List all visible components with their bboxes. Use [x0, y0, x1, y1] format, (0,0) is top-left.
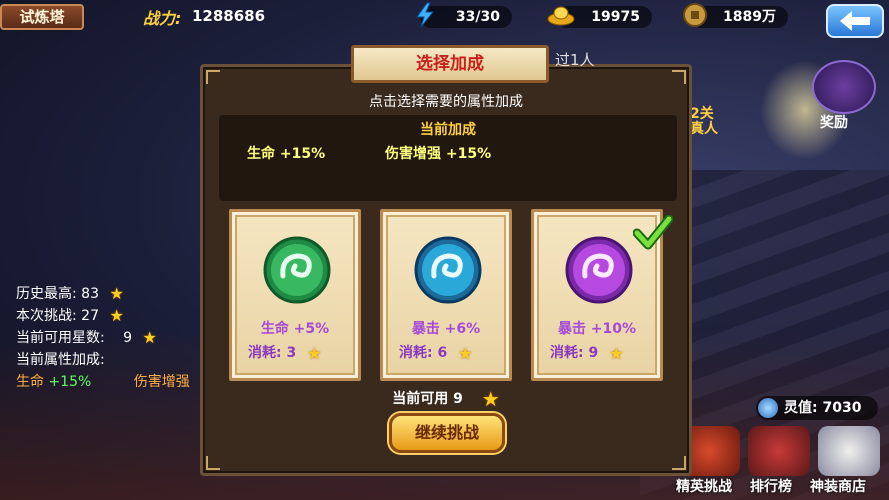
current-bonus-panel: 当前加成 生命 +15% 伤害增强 +15%	[219, 115, 677, 201]
card-bonus-label: 生命 +5%	[260, 321, 330, 337]
attr-life-label: 生命	[16, 374, 44, 390]
modal-subtitle: 点击选择需要的属性加成	[369, 94, 523, 110]
cost-value: 3	[286, 345, 297, 361]
continue-challenge-button[interactable]: 继续挑战	[389, 413, 505, 453]
gold-value: 19975	[591, 9, 640, 25]
bonus-card-life[interactable]: 生命 +5% 消耗: 3 ★	[229, 209, 361, 381]
level-text-line-2: 真人	[690, 121, 718, 137]
available-stars-value: 9	[123, 330, 133, 346]
cost-value: 9	[588, 345, 599, 361]
back-button[interactable]	[826, 4, 884, 38]
star-icon: ★	[609, 343, 624, 363]
jade-emblem-icon	[565, 236, 633, 304]
current-bonus-item: 生命 +15%	[247, 146, 326, 162]
power-label: 战力:	[143, 9, 182, 28]
attribute-bonus-values: 生命 +15% 伤害增强	[16, 372, 190, 394]
corner-ornament	[672, 70, 686, 84]
modal-title: 选择加成	[351, 45, 549, 83]
soul-label: 灵值:	[784, 400, 818, 416]
checkmark-icon	[633, 215, 673, 250]
star-icon: ★	[481, 387, 500, 411]
left-stats-panel: 历史最高: 83 ★ 本次挑战: 27 ★ 当前可用星数: 9 ★ 当前属性加成…	[16, 284, 190, 394]
corner-ornament	[672, 456, 686, 470]
bonus-card-crit-6[interactable]: 暴击 +6% 消耗: 6 ★	[380, 209, 512, 381]
card-cost: 消耗: 6 ★	[399, 342, 472, 363]
card-bonus-label: 暴击 +6%	[411, 321, 481, 337]
history-label: 历史最高:	[16, 286, 77, 302]
level-text: 2关 真人	[690, 107, 718, 137]
available-stars-label: 当前可用星数:	[16, 330, 105, 346]
history-high-row: 历史最高: 83 ★	[16, 284, 190, 306]
lightning-icon	[416, 2, 435, 28]
available-stars-row: 当前可用星数: 9 ★	[16, 328, 190, 350]
current-challenge-value: 27	[81, 308, 99, 324]
equipment-shop-icon[interactable]	[818, 426, 880, 476]
reward-character-icon[interactable]	[812, 60, 876, 114]
cost-label: 消耗:	[248, 345, 282, 361]
current-bonus-title: 当前加成	[420, 122, 476, 138]
gold-ingot-icon	[547, 6, 575, 26]
cost-value: 6	[437, 345, 448, 361]
corner-ornament	[206, 70, 220, 84]
current-challenge-label: 本次挑战:	[16, 308, 77, 324]
star-icon: ★	[458, 343, 473, 363]
jade-emblem-icon	[263, 236, 331, 304]
page-title: 试炼塔	[0, 4, 84, 30]
star-icon: ★	[142, 328, 157, 347]
history-value: 83	[81, 286, 99, 302]
reward-label[interactable]: 奖励	[820, 112, 848, 132]
attr-life-value: +15%	[48, 374, 92, 390]
power-value: 1288686	[192, 7, 266, 25]
behind-text: 过1人	[555, 51, 595, 69]
equipment-shop-label[interactable]: 神装商店	[810, 476, 866, 496]
attribute-bonus-label: 当前属性加成:	[16, 352, 105, 368]
coin-icon	[683, 3, 707, 27]
level-text-line-1: 2关	[690, 106, 714, 122]
energy-value: 33/30	[455, 9, 500, 25]
current-challenge-row: 本次挑战: 27 ★	[16, 306, 190, 328]
back-arrow-icon	[840, 11, 870, 31]
corner-ornament	[206, 456, 220, 470]
star-icon: ★	[307, 343, 322, 363]
attribute-bonus-row: 当前属性加成:	[16, 350, 190, 372]
soul-value: 7030	[822, 400, 862, 416]
cost-label: 消耗:	[550, 345, 584, 361]
select-bonus-modal: 选择加成 过1人 点击选择需要的属性加成 当前加成 生命 +15% 伤害增强 +…	[200, 45, 692, 476]
cost-label: 消耗:	[399, 345, 433, 361]
card-cost: 消耗: 9 ★	[550, 342, 623, 363]
leaderboard-icon[interactable]	[748, 426, 810, 476]
card-bonus-label: 暴击 +10%	[557, 321, 637, 337]
current-bonus-item: 伤害增强 +15%	[385, 146, 492, 162]
jade-emblem-icon	[414, 236, 482, 304]
available-label: 当前可用	[392, 391, 449, 407]
attr-damage-label: 伤害增强	[133, 374, 190, 390]
available-value: 9	[453, 391, 463, 407]
top-bar: 试炼塔 战力: 1288686 33/30 19975 1889万	[0, 0, 889, 38]
card-cost: 消耗: 3 ★	[248, 342, 321, 363]
available-stars: 当前可用 9 ★	[203, 387, 689, 411]
coin-value: 1889万	[723, 9, 776, 25]
elite-challenge-label[interactable]: 精英挑战	[676, 476, 732, 496]
star-icon: ★	[109, 284, 124, 303]
leaderboard-label[interactable]: 排行榜	[750, 476, 792, 496]
star-icon: ★	[109, 306, 124, 325]
soul-orb-icon	[758, 398, 778, 418]
